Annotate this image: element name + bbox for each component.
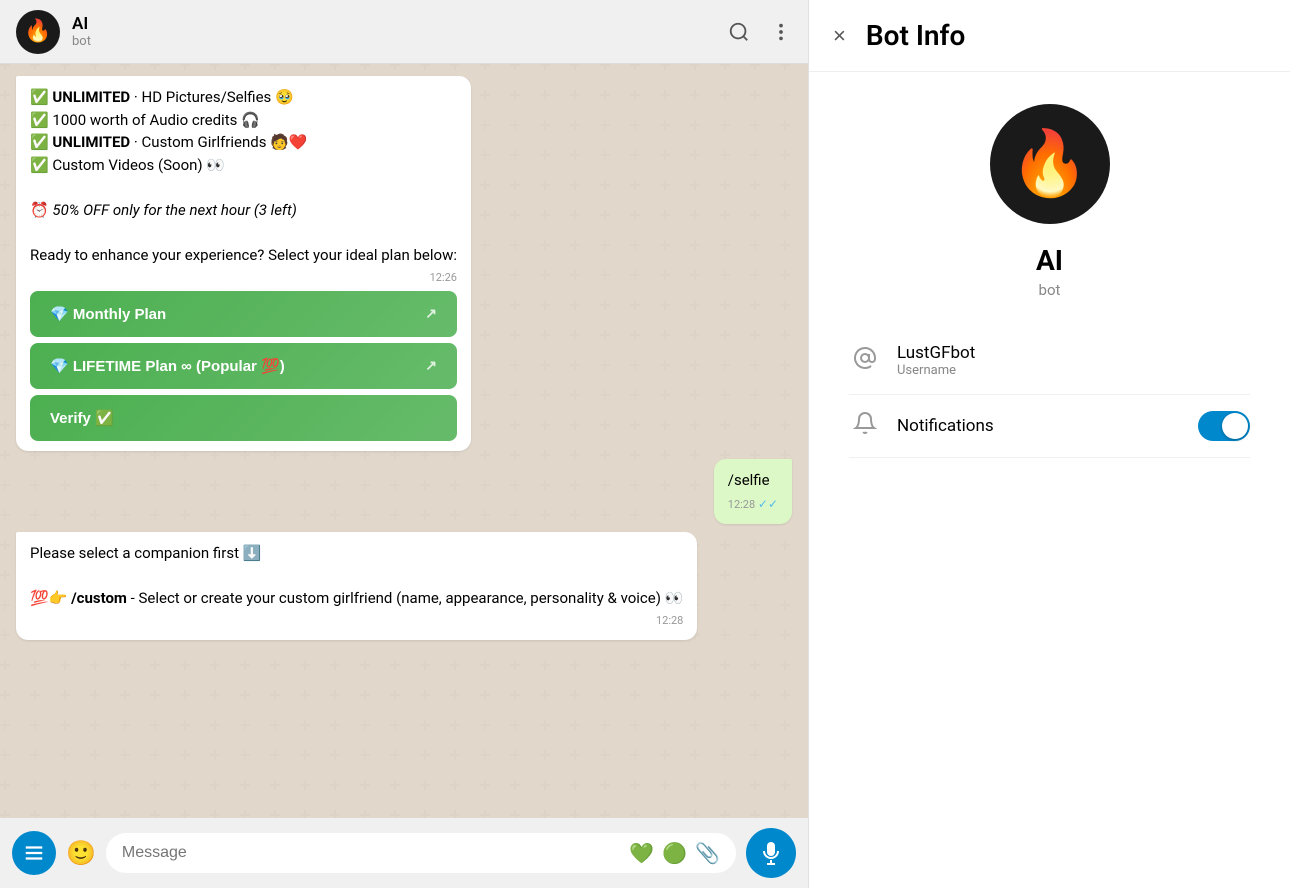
message-time-2: 12:28 ✓✓ bbox=[728, 495, 778, 514]
bot-info-title: Bot Info bbox=[866, 19, 965, 52]
close-button[interactable]: × bbox=[833, 23, 846, 49]
verify-label: Verify ✅ bbox=[50, 409, 114, 427]
chat-panel: 🔥 AI bot ✅ UNLIMITED · HD Pictures/Selfi… bbox=[0, 0, 808, 888]
bot-info-panel: × Bot Info 🔥 AI bot LustGFbot Username bbox=[808, 0, 1290, 888]
search-button[interactable] bbox=[728, 21, 750, 43]
menu-icon bbox=[23, 842, 45, 864]
lifetime-plan-arrow: ↗ bbox=[425, 357, 437, 374]
inline-buttons: 💎 Monthly Plan ↗ 💎 LIFETIME Plan ∞ (Popu… bbox=[30, 291, 457, 441]
bot-info-rows: LustGFbot Username Notifications bbox=[833, 327, 1266, 458]
username-row: LustGFbot Username bbox=[849, 327, 1250, 395]
chat-header-icons bbox=[728, 21, 792, 43]
more-options-button[interactable] bbox=[770, 21, 792, 43]
chat-status: bot bbox=[72, 34, 728, 49]
chat-title: AI bbox=[72, 14, 728, 34]
chat-input-area: 🙂 💚 🟢 📎 bbox=[0, 818, 808, 888]
message-time-1: 12:26 bbox=[30, 270, 457, 287]
bot-type-label: bot bbox=[1039, 281, 1061, 299]
message-time-3: 12:28 bbox=[30, 613, 683, 630]
notifications-label: Notifications bbox=[897, 416, 1182, 436]
lifetime-plan-label: 💎 LIFETIME Plan ∞ (Popular 💯) bbox=[50, 357, 285, 375]
avatar: 🔥 bbox=[16, 10, 60, 54]
lifetime-plan-button[interactable]: 💎 LIFETIME Plan ∞ (Popular 💯) ↗ bbox=[30, 343, 457, 389]
message-input[interactable] bbox=[122, 844, 621, 862]
username-sublabel: Username bbox=[897, 363, 1250, 378]
tick-icon: ✓✓ bbox=[758, 497, 778, 511]
chat-header: 🔥 AI bot bbox=[0, 0, 808, 64]
grammar-icon[interactable]: 🟢 bbox=[662, 841, 687, 865]
at-icon bbox=[849, 346, 881, 376]
monthly-plan-arrow: ↗ bbox=[425, 305, 437, 322]
bot-info-body: 🔥 AI bot LustGFbot Username bbox=[809, 72, 1290, 482]
notifications-row: Notifications bbox=[849, 395, 1250, 458]
bot-avatar-large: 🔥 bbox=[990, 104, 1110, 224]
bell-icon bbox=[849, 411, 881, 441]
emoji-button[interactable]: 🙂 bbox=[66, 839, 96, 868]
message-text-3: Please select a companion first ⬇️ 💯👉 /c… bbox=[30, 542, 683, 610]
chat-header-info: AI bot bbox=[72, 14, 728, 49]
notifications-content: Notifications bbox=[897, 416, 1182, 436]
message-text-1: ✅ UNLIMITED · HD Pictures/Selfies 🥹 ✅ 10… bbox=[30, 86, 457, 266]
input-field-wrap: 💚 🟢 📎 bbox=[106, 833, 736, 873]
attach-icon[interactable]: 📎 bbox=[695, 841, 720, 865]
menu-button[interactable] bbox=[12, 831, 56, 875]
microphone-button[interactable] bbox=[746, 828, 796, 878]
monthly-plan-button[interactable]: 💎 Monthly Plan ↗ bbox=[30, 291, 457, 337]
mic-icon bbox=[759, 841, 783, 865]
verify-button[interactable]: Verify ✅ bbox=[30, 395, 457, 441]
bot-info-header: × Bot Info bbox=[809, 0, 1290, 72]
message-bubble-1: ✅ UNLIMITED · HD Pictures/Selfies 🥹 ✅ 10… bbox=[16, 76, 471, 451]
sticker-icon[interactable]: 💚 bbox=[629, 841, 654, 865]
input-extras: 💚 🟢 📎 bbox=[629, 841, 720, 865]
dots-vertical-icon bbox=[770, 21, 792, 43]
chat-messages: ✅ UNLIMITED · HD Pictures/Selfies 🥹 ✅ 10… bbox=[0, 64, 808, 818]
message-bubble-2: /selfie 12:28 ✓✓ bbox=[714, 459, 792, 524]
message-bubble-3: Please select a companion first ⬇️ 💯👉 /c… bbox=[16, 532, 697, 640]
search-icon bbox=[728, 21, 750, 43]
message-text-2: /selfie bbox=[728, 469, 778, 492]
username-value: LustGFbot bbox=[897, 343, 1250, 363]
bot-name-large: AI bbox=[1036, 244, 1063, 277]
username-content: LustGFbot Username bbox=[897, 343, 1250, 378]
notifications-toggle[interactable] bbox=[1198, 411, 1250, 441]
monthly-plan-label: 💎 Monthly Plan bbox=[50, 305, 166, 323]
